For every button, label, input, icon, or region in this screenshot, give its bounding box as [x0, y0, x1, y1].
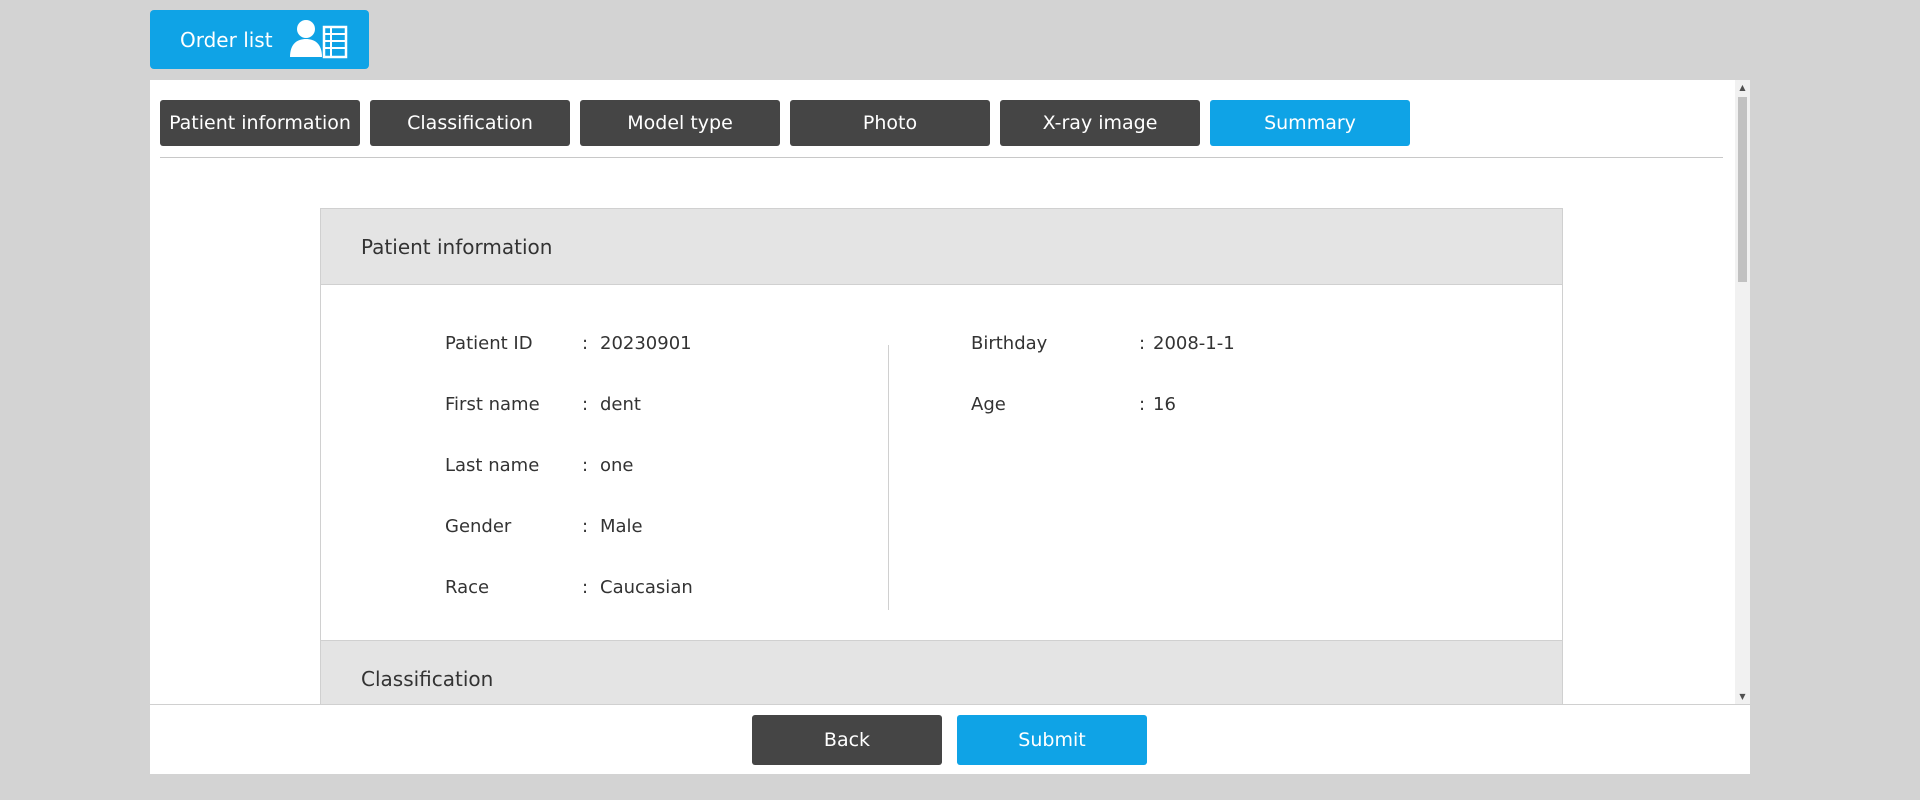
field-label: Race — [445, 577, 490, 598]
field-label: Birthday — [971, 333, 1048, 354]
field-age: Age : 16 — [971, 394, 1235, 455]
field-birthday: Birthday : 2008-1-1 — [971, 333, 1235, 394]
field-colon: : — [581, 394, 589, 415]
field-colon: : — [581, 516, 589, 537]
field-colon: : — [581, 455, 589, 476]
tabs-divider — [160, 157, 1723, 158]
footer-bar: Back Submit — [150, 704, 1750, 774]
field-label: Last name — [445, 455, 540, 476]
scroll-up-icon[interactable]: ▲ — [1735, 80, 1750, 95]
patient-fields-right: Birthday : 2008-1-1 Age : 16 — [971, 333, 1235, 455]
field-race: Race : Caucasian — [445, 577, 693, 638]
patient-information-body: Patient ID : 20230901 First name : dent … — [321, 284, 1562, 640]
field-label: Patient ID — [445, 333, 533, 354]
field-label: Age — [971, 394, 1006, 415]
tab-patient-information[interactable]: Patient information — [160, 100, 360, 146]
tab-summary[interactable]: Summary — [1210, 100, 1410, 146]
patient-fields-left: Patient ID : 20230901 First name : dent … — [445, 333, 693, 638]
classification-section: Classification — [320, 640, 1563, 704]
step-tabs: Patient information Classification Model… — [160, 100, 1410, 146]
scrollbar-thumb[interactable] — [1738, 97, 1747, 282]
field-value: one — [600, 455, 634, 476]
summary-scroll-area[interactable]: Patient information Classification Model… — [150, 80, 1735, 704]
scroll-down-icon[interactable]: ▼ — [1735, 689, 1750, 704]
tab-x-ray-image[interactable]: X-ray image — [1000, 100, 1200, 146]
vertical-scrollbar[interactable]: ▲ ▼ — [1735, 80, 1750, 704]
field-first-name: First name : dent — [445, 394, 693, 455]
field-gender: Gender : Male — [445, 516, 693, 577]
tab-classification[interactable]: Classification — [370, 100, 570, 146]
column-divider — [888, 345, 889, 610]
tab-photo[interactable]: Photo — [790, 100, 990, 146]
field-value: 16 — [1153, 394, 1176, 415]
submit-button[interactable]: Submit — [957, 715, 1147, 765]
tab-model-type[interactable]: Model type — [580, 100, 780, 146]
section-title: Patient information — [321, 209, 1562, 284]
field-patient-id: Patient ID : 20230901 — [445, 333, 693, 394]
field-value: 2008-1-1 — [1153, 333, 1235, 354]
field-value: Caucasian — [600, 577, 693, 598]
order-list-button[interactable]: Order list — [150, 10, 369, 69]
field-value: dent — [600, 394, 641, 415]
back-button[interactable]: Back — [752, 715, 942, 765]
field-value: 20230901 — [600, 333, 692, 354]
field-colon: : — [581, 577, 589, 598]
field-last-name: Last name : one — [445, 455, 693, 516]
order-list-label: Order list — [180, 27, 273, 52]
field-colon: : — [1138, 333, 1146, 354]
field-colon: : — [581, 333, 589, 354]
section-title: Classification — [321, 641, 1562, 704]
user-list-icon — [290, 19, 350, 63]
field-value: Male — [600, 516, 643, 537]
field-label: Gender — [445, 516, 512, 537]
field-colon: : — [1138, 394, 1146, 415]
field-label: First name — [445, 394, 540, 415]
patient-information-section: Patient information Patient ID : 2023090… — [320, 208, 1563, 640]
main-panel: Patient information Classification Model… — [150, 80, 1750, 704]
